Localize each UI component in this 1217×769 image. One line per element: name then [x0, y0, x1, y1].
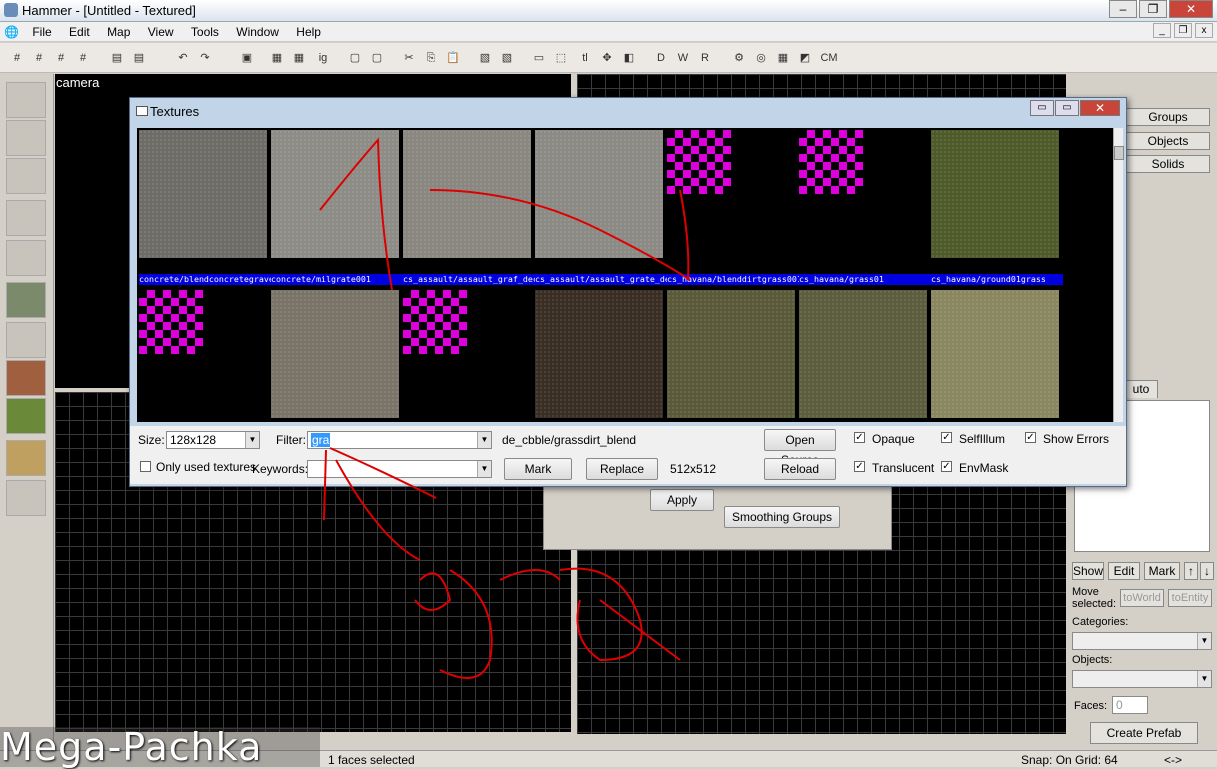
annotation-stroke: [499, 569, 561, 581]
annotation-stroke: [559, 567, 643, 662]
annotation-stroke: [599, 599, 681, 661]
snap-status: Snap: On Grid: 64: [1021, 753, 1118, 767]
annotation-stroke: [439, 569, 493, 679]
annotation-stroke: [329, 447, 437, 499]
red-annotation-overlay: [319, 137, 691, 679]
annotation-stroke: [335, 459, 421, 561]
annotation-stroke: [679, 189, 690, 281]
annotation-stroke: [319, 137, 393, 291]
selection-status: 1 faces selected: [328, 753, 415, 767]
watermark-logo: Mega-Pachka: [0, 727, 320, 767]
annotation-stroke: [414, 572, 452, 611]
annotation-stroke: [429, 189, 691, 281]
annotation-stroke: [323, 449, 327, 521]
annotation-strokes: [319, 137, 691, 679]
arrows-status: <->: [1164, 753, 1183, 767]
